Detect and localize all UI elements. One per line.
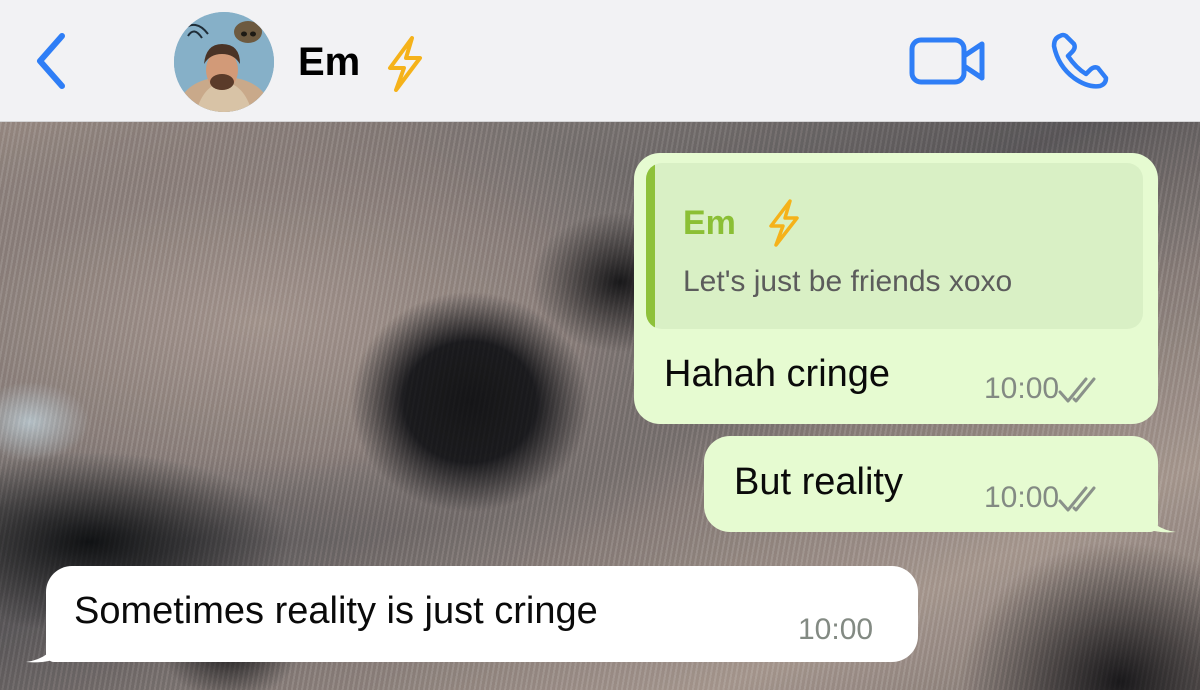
double-check-icon xyxy=(1058,377,1096,403)
quoted-text: Let's just be friends xoxo xyxy=(683,265,1013,298)
lightning-bolt-icon xyxy=(769,199,799,247)
incoming-message-bubble[interactable]: Sometimes reality is just cringe 10:00 xyxy=(46,566,918,662)
lightning-bolt-icon xyxy=(388,36,422,92)
message-text: Sometimes reality is just cringe xyxy=(74,590,598,632)
chat-header: Em xyxy=(0,0,1200,122)
back-button[interactable] xyxy=(26,30,76,92)
message-time: 10:00 xyxy=(984,372,1060,405)
video-camera-icon xyxy=(909,37,985,85)
message-text: But reality xyxy=(734,461,903,503)
message-text: Hahah cringe xyxy=(664,353,891,395)
bubble-tail xyxy=(26,628,62,663)
phone-icon xyxy=(1051,32,1109,89)
quoted-author: Em xyxy=(683,204,736,242)
quoted-reply[interactable]: Em Let's just be friends xoxo xyxy=(646,163,1143,329)
bubble-tail xyxy=(1140,498,1176,533)
chevron-left-icon xyxy=(37,33,65,89)
contact-name[interactable]: Em xyxy=(298,36,360,88)
message-time: 10:00 xyxy=(984,481,1060,514)
double-check-icon xyxy=(1058,486,1096,512)
quote-bar xyxy=(646,163,655,329)
outgoing-message-bubble[interactable]: But reality 10:00 xyxy=(704,436,1158,532)
avatar[interactable] xyxy=(174,12,274,112)
avatar-image xyxy=(174,12,274,112)
voice-call-button[interactable] xyxy=(1048,30,1114,92)
video-call-button[interactable] xyxy=(908,34,988,90)
outgoing-message-bubble[interactable]: Em Let's just be friends xoxo Hahah crin… xyxy=(634,153,1158,424)
message-time: 10:00 xyxy=(798,613,874,646)
